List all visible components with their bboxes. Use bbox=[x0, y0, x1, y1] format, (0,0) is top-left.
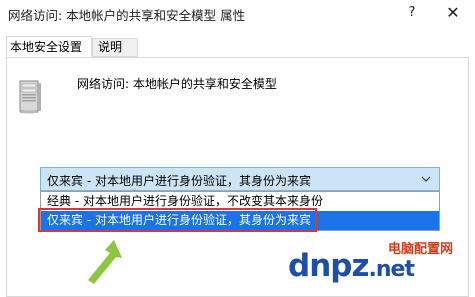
help-button[interactable]: ? bbox=[400, 2, 424, 24]
server-icon bbox=[19, 80, 41, 114]
watermark-domain-main: dnpz bbox=[288, 248, 369, 284]
watermark-domain-suffix: .net bbox=[368, 257, 415, 282]
highlight-box bbox=[38, 208, 317, 232]
policy-name: 网络访问: 本地帐户的共享和安全模型 bbox=[77, 77, 277, 91]
window-title: 网络访问: 本地帐户的共享和安全模型 属性 bbox=[8, 8, 246, 23]
selected-value: 仅来宾 - 对本地用户进行身份验证，其身份为来宾 bbox=[47, 174, 311, 188]
close-button[interactable]: ✕ bbox=[438, 2, 468, 24]
watermark-logo: 电脑配置网 dnpz.net bbox=[288, 238, 475, 284]
watermark-domain: dnpz.net bbox=[288, 248, 415, 284]
policy-value-select[interactable]: 仅来宾 - 对本地用户进行身份验证，其身份为来宾 bbox=[40, 167, 440, 191]
title-bar: 网络访问: 本地帐户的共享和安全模型 属性 ? ✕ bbox=[0, 0, 475, 28]
arrow-pointer-icon bbox=[88, 240, 122, 284]
chevron-down-icon[interactable] bbox=[421, 174, 431, 184]
tab-local-security-setting[interactable]: 本地安全设置 bbox=[6, 36, 92, 57]
tab-explain[interactable]: 说明 bbox=[92, 38, 138, 57]
